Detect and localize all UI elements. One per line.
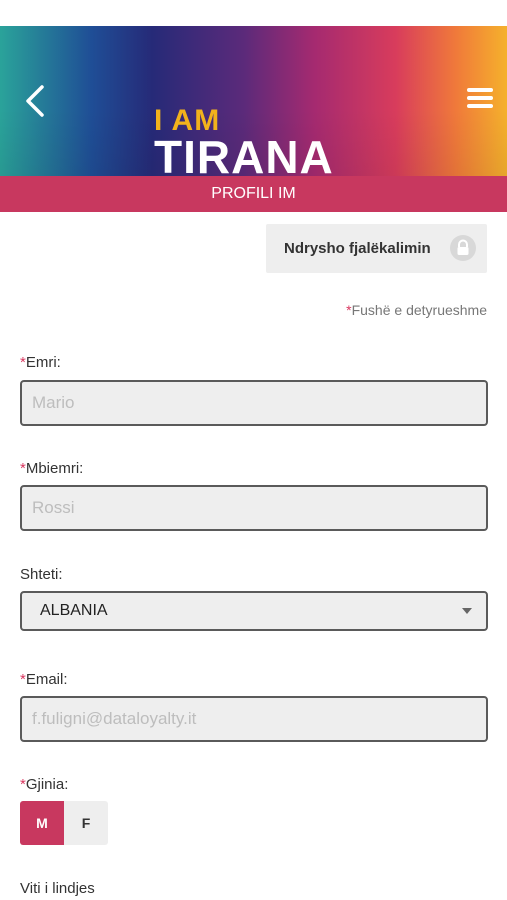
last-name-field[interactable] [20,485,488,531]
last-name-input[interactable] [22,487,486,529]
change-password-button[interactable]: Ndrysho fjalëkalimin [266,224,487,273]
gender-label-text: Gjinia: [25,776,69,793]
email-label: *Email: [20,671,68,688]
change-password-label: Ndrysho fjalëkalimin [284,240,431,257]
email-input[interactable] [22,698,486,740]
back-button[interactable] [20,81,50,121]
gender-label: *Gjinia: [20,776,68,793]
first-name-label: *Emri: [20,354,61,371]
caret-down-icon [462,608,472,614]
header-banner: I AM TIRANA [0,26,507,180]
gender-option-f[interactable]: F [64,801,108,845]
birth-year-label: Viti i lindjes [20,880,95,897]
gender-option-m[interactable]: M [20,801,64,845]
last-name-label-text: Mbiemri: [25,460,84,477]
first-name-label-text: Emri: [25,354,61,371]
last-name-label: *Mbiemri: [20,460,83,477]
app-logo: I AM TIRANA [154,106,354,181]
gender-toggle: M F [20,801,108,845]
hamburger-menu-icon [467,88,493,108]
country-select[interactable]: ALBANIA [20,591,488,631]
first-name-field[interactable] [20,380,488,426]
logo-bottom-text: TIRANA [154,131,334,183]
required-note-text: Fushë e detyrueshme [351,302,487,318]
lock-icon [450,235,476,261]
email-label-text: Email: [25,671,68,688]
chevron-left-icon [26,85,44,117]
country-selected-value: ALBANIA [40,602,108,619]
first-name-input[interactable] [22,382,486,424]
required-fields-note: *Fushë e detyrueshme [346,302,487,318]
email-field[interactable] [20,696,488,742]
country-label: Shteti: [20,566,63,583]
menu-button[interactable] [467,88,493,112]
